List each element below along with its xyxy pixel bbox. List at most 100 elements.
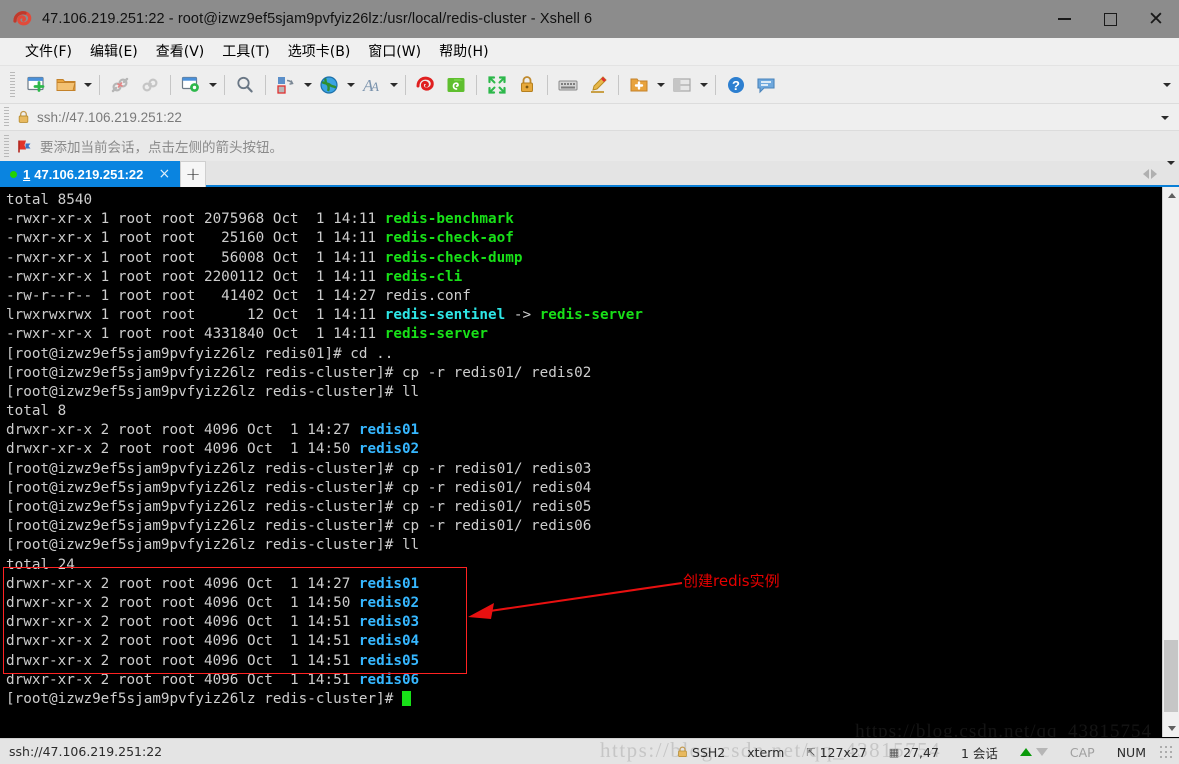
terminal-line: -rwxr-xr-x 1 root root 56008 Oct 1 14:11… — [6, 249, 1162, 268]
resize-grip[interactable] — [1159, 745, 1173, 759]
terminal-line: total 8540 — [6, 191, 1162, 210]
status-sessions: 1 会话 — [950, 739, 1009, 764]
status-transfer-cell — [1009, 739, 1059, 764]
tab-bar: 1 47.106.219.251:22 × + — [0, 161, 1179, 187]
tab-menu-chevron-down-icon[interactable] — [1167, 165, 1175, 183]
transfer-file-dropdown[interactable] — [301, 70, 314, 100]
terminal-text: -rwxr-xr-x 1 root root 4331840 Oct 1 14:… — [6, 326, 385, 342]
prev-tab-icon[interactable] — [1143, 169, 1149, 179]
terminal-line: [root@izwz9ef5sjam9pvfyiz26lz redis-clus… — [6, 536, 1162, 555]
window-controls: ✕ — [1041, 0, 1179, 38]
toolbar-grip[interactable] — [10, 72, 15, 98]
terminal-text: -rwxr-xr-x 1 root root 56008 Oct 1 14:11 — [6, 250, 385, 266]
terminal-watermark: https://blog.csdn.net/qq_43815754 — [855, 722, 1152, 737]
toolbar-separator — [618, 75, 619, 95]
transfer-file-icon[interactable] — [271, 70, 301, 100]
scrollbar-thumb[interactable] — [1164, 640, 1178, 712]
menu-help[interactable]: 帮助(H) — [430, 38, 497, 64]
toolbar-overflow-button[interactable] — [1163, 66, 1171, 104]
nautilus-icon[interactable] — [411, 70, 441, 100]
terminal-text: -rwxr-xr-x 1 root root 25160 Oct 1 14:11 — [6, 230, 385, 246]
terminal-line: drwxr-xr-x 2 root root 4096 Oct 1 14:51 … — [6, 613, 1162, 632]
terminal-text: redis-check-aof — [385, 230, 514, 246]
toolbar: A A — [0, 65, 1179, 103]
terminal-text: -rw-r--r-- 1 root root 41402 Oct 1 14:27… — [6, 288, 471, 304]
disconnect-icon[interactable] — [105, 70, 135, 100]
lock-icon[interactable] — [512, 70, 542, 100]
tab-close-icon[interactable]: × — [157, 166, 171, 182]
layout-icon[interactable] — [667, 70, 697, 100]
maximize-button[interactable] — [1087, 0, 1133, 38]
terminal-line: [root@izwz9ef5sjam9pvfyiz26lz redis-clus… — [6, 690, 1162, 709]
terminal-text: [root@izwz9ef5sjam9pvfyiz26lz redis-clus… — [6, 480, 591, 496]
scrollbar-track[interactable] — [1163, 204, 1179, 720]
status-protocol: SSH2 — [692, 745, 725, 760]
address-dropdown-button[interactable] — [1161, 104, 1169, 132]
terminal-text: redis06 — [359, 672, 419, 688]
status-right-group: SSH2 xterm ⇱ 127x27 ▦ 27,47 1 会话 CAP NUM — [666, 739, 1173, 764]
highlight-icon[interactable] — [583, 70, 613, 100]
font-dropdown[interactable] — [387, 70, 400, 100]
terminal-text: [root@izwz9ef5sjam9pvfyiz26lz redis-clus… — [6, 691, 402, 707]
terminal-text: [root@izwz9ef5sjam9pvfyiz26lz redis-clus… — [6, 499, 591, 515]
search-icon[interactable] — [230, 70, 260, 100]
terminal-text: redis01 — [359, 576, 419, 592]
hint-text: 要添加当前会话，点击左侧的箭头按钮。 — [40, 136, 283, 156]
comment-icon[interactable] — [751, 70, 781, 100]
globe-icon[interactable] — [314, 70, 344, 100]
globe-dropdown[interactable] — [344, 70, 357, 100]
terminal-output[interactable]: total 8540-rwxr-xr-x 1 root root 2075968… — [0, 187, 1162, 737]
terminal-line: [root@izwz9ef5sjam9pvfyiz26lz redis01]# … — [6, 345, 1162, 364]
session-properties-dropdown[interactable] — [206, 70, 219, 100]
minimize-button[interactable] — [1041, 0, 1087, 38]
terminal-line: drwxr-xr-x 2 root root 4096 Oct 1 14:51 … — [6, 652, 1162, 671]
fullscreen-icon[interactable] — [482, 70, 512, 100]
terminal-line: [root@izwz9ef5sjam9pvfyiz26lz redis-clus… — [6, 460, 1162, 479]
terminal-area: total 8540-rwxr-xr-x 1 root root 2075968… — [0, 187, 1179, 738]
keyboard-icon[interactable] — [553, 70, 583, 100]
toolbar-separator — [547, 75, 548, 95]
reconnect-icon[interactable] — [135, 70, 165, 100]
scroll-down-button[interactable] — [1163, 720, 1179, 737]
new-tab-button[interactable]: + — [180, 161, 206, 187]
window-title: 47.106.219.251:22 - root@izwz9ef5sjam9pv… — [42, 11, 592, 27]
font-icon[interactable]: A A — [357, 70, 387, 100]
download-arrow-icon — [1036, 748, 1048, 756]
menu-edit[interactable]: 编辑(E) — [81, 38, 147, 64]
menu-file[interactable]: 文件(F) — [16, 38, 81, 64]
layout-dropdown[interactable] — [697, 70, 710, 100]
add-folder-icon[interactable] — [624, 70, 654, 100]
menu-tabs[interactable]: 选项卡(B) — [279, 38, 360, 64]
next-tab-icon[interactable] — [1151, 169, 1157, 179]
address-bar-grip[interactable] — [4, 107, 9, 127]
lock-icon — [17, 110, 30, 124]
help-icon[interactable]: ? — [721, 70, 751, 100]
menu-tools[interactable]: 工具(T) — [213, 38, 278, 64]
open-folder-icon[interactable] — [51, 70, 81, 100]
session-properties-icon[interactable] — [176, 70, 206, 100]
terminal-text: drwxr-xr-x 2 root root 4096 Oct 1 14:51 — [6, 614, 359, 630]
terminal-text: drwxr-xr-x 2 root root 4096 Oct 1 14:50 — [6, 595, 359, 611]
terminal-line: -rw-r--r-- 1 root root 41402 Oct 1 14:27… — [6, 287, 1162, 306]
terminal-text: lrwxrwxrwx 1 root root 12 Oct 1 14:11 — [6, 307, 385, 323]
menu-window[interactable]: 窗口(W) — [359, 38, 430, 64]
add-folder-dropdown[interactable] — [654, 70, 667, 100]
hint-bar-grip[interactable] — [4, 135, 9, 157]
open-folder-dropdown[interactable] — [81, 70, 94, 100]
status-terminal-type: xterm — [736, 739, 795, 764]
status-protocol-cell: SSH2 — [666, 739, 736, 764]
terminal-text: redis03 — [359, 614, 419, 630]
terminal-text: redis-cli — [385, 269, 462, 285]
address-input[interactable]: ssh://47.106.219.251:22 — [37, 110, 182, 125]
new-session-icon[interactable] — [21, 70, 51, 100]
terminal-scrollbar[interactable] — [1162, 187, 1179, 737]
sftp-icon[interactable] — [441, 70, 471, 100]
terminal-line: [root@izwz9ef5sjam9pvfyiz26lz redis-clus… — [6, 383, 1162, 402]
menu-view[interactable]: 查看(V) — [147, 38, 214, 64]
close-button[interactable]: ✕ — [1133, 0, 1179, 38]
tab-session-1[interactable]: 1 47.106.219.251:22 × — [0, 161, 180, 187]
scroll-up-button[interactable] — [1163, 187, 1179, 204]
terminal-line: total 8 — [6, 402, 1162, 421]
address-bar: ssh://47.106.219.251:22 — [0, 103, 1179, 131]
terminal-line: drwxr-xr-x 2 root root 4096 Oct 1 14:50 … — [6, 594, 1162, 613]
